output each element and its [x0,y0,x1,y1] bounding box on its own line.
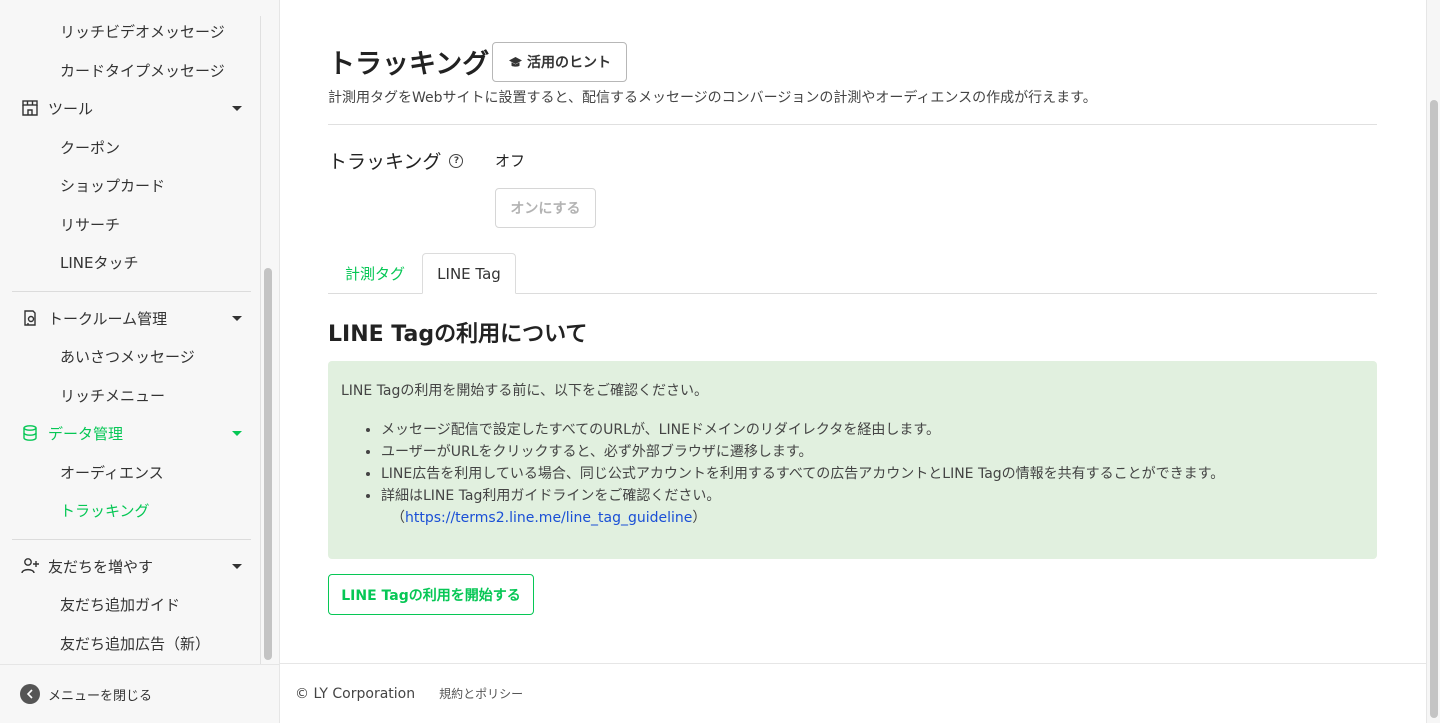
sidebar-group-data[interactable]: データ管理 [20,421,242,445]
info-list: メッセージ配信で設定したすべてのURLが、LINEドメインのリダイレクタを経由し… [341,419,1364,507]
list-item: メッセージ配信で設定したすべてのURLが、LINEドメインのリダイレクタを経由し… [381,419,1364,441]
start-line-tag-button[interactable]: LINE Tagの利用を開始する [328,574,534,615]
section-title: LINE Tagの利用について [328,322,588,347]
sidebar-item-greeting-message[interactable]: あいさつメッセージ [60,346,195,367]
list-item: ユーザーがURLをクリックすると、必ず外部ブラウザに遷移します。 [381,441,1364,463]
close-menu-button[interactable]: メニューを閉じる [0,664,279,723]
terms-link[interactable]: 規約とポリシー [439,685,523,702]
list-item: 詳細はLINE Tag利用ガイドラインをご確認ください。 [381,485,1364,507]
shop-icon [20,98,40,118]
chat-settings-icon [20,308,40,328]
chevron-left-icon [20,684,40,704]
sidebar-item-rich-video-message[interactable]: リッチビデオメッセージ [60,21,225,42]
sidebar-nav: リッチビデオメッセージ カードタイプメッセージ ツール クーポン ショップカード… [0,0,262,664]
sidebar: リッチビデオメッセージ カードタイプメッセージ ツール クーポン ショップカード… [0,0,280,723]
graduation-cap-icon [509,56,522,67]
sidebar-item-coupon[interactable]: クーポン [60,137,120,158]
sidebar-item-card-type-message[interactable]: カードタイプメッセージ [60,60,225,81]
hint-button-label: 活用のヒント [527,55,611,71]
sidebar-item-tracking[interactable]: トラッキング [60,500,150,521]
tracking-label-text: トラッキング [328,151,442,173]
sidebar-item-research[interactable]: リサーチ [60,214,120,235]
sidebar-scroll-track [260,16,261,664]
header-divider [328,124,1377,125]
sidebar-divider [12,539,251,540]
sidebar-group-label: トークルーム管理 [48,309,168,328]
sidebar-group-friends[interactable]: 友だちを増やす [20,554,242,578]
sidebar-item-line-touch[interactable]: LINEタッチ [60,252,138,273]
main-content: トラッキング 活用のヒント 計測用タグをWebサイトに設置すると、配信するメッセ… [280,0,1426,664]
copyright: © LY Corporation [295,685,416,702]
guideline-link[interactable]: https://terms2.line.me/line_tag_guidelin… [405,510,692,526]
sidebar-item-friend-ads[interactable]: 友だち追加広告（新） [60,633,210,654]
sidebar-item-friend-guide[interactable]: 友だち追加ガイド [60,594,180,615]
tab-measurement-tag[interactable]: 計測タグ [328,253,422,294]
add-person-icon [20,556,40,576]
list-item: LINE広告を利用している場合、同じ公式アカウントを利用するすべての広告アカウン… [381,463,1364,485]
sidebar-item-shop-card[interactable]: ショップカード [60,175,165,196]
page-title: トラッキング [328,49,490,80]
link-open-paren: （ [391,510,405,526]
sidebar-group-label: ツール [48,99,94,118]
close-menu-label: メニューを閉じる [48,688,153,704]
sidebar-group-talkroom[interactable]: トークルーム管理 [20,306,242,330]
info-box: LINE Tagの利用を開始する前に、以下をご確認ください。 メッセージ配信で設… [328,361,1377,559]
page-scrollbar-thumb[interactable] [1430,100,1438,718]
tab-line-tag[interactable]: LINE Tag [422,253,516,294]
caret-down-icon [232,430,242,436]
database-icon [20,423,40,443]
link-close-paren: ） [692,510,707,526]
sidebar-group-label: 友だちを増やす [48,557,154,576]
caret-down-icon [232,315,242,321]
footer: © LY Corporation 規約とポリシー [280,663,1426,723]
turn-on-button[interactable]: オンにする [495,188,596,228]
sidebar-item-audience[interactable]: オーディエンス [60,462,164,483]
sidebar-divider [12,291,251,292]
caret-down-icon [232,563,242,569]
sidebar-group-tools[interactable]: ツール [20,96,242,120]
caret-down-icon [232,105,242,111]
sidebar-group-label: データ管理 [48,424,124,443]
info-intro: LINE Tagの利用を開始する前に、以下をご確認ください。 [341,383,708,399]
guideline-link-line: （https://terms2.line.me/line_tag_guideli… [341,507,1364,529]
page-scrollbar [1426,0,1440,723]
page-description: 計測用タグをWebサイトに設置すると、配信するメッセージのコンバージョンの計測や… [328,90,1097,106]
sidebar-item-rich-menu[interactable]: リッチメニュー [60,385,165,406]
tracking-label: トラッキング ? [328,147,464,174]
sidebar-scrollbar-thumb[interactable] [264,268,272,660]
hint-button[interactable]: 活用のヒント [492,42,627,82]
tracking-status: オフ [495,152,526,170]
help-icon[interactable]: ? [449,153,464,168]
